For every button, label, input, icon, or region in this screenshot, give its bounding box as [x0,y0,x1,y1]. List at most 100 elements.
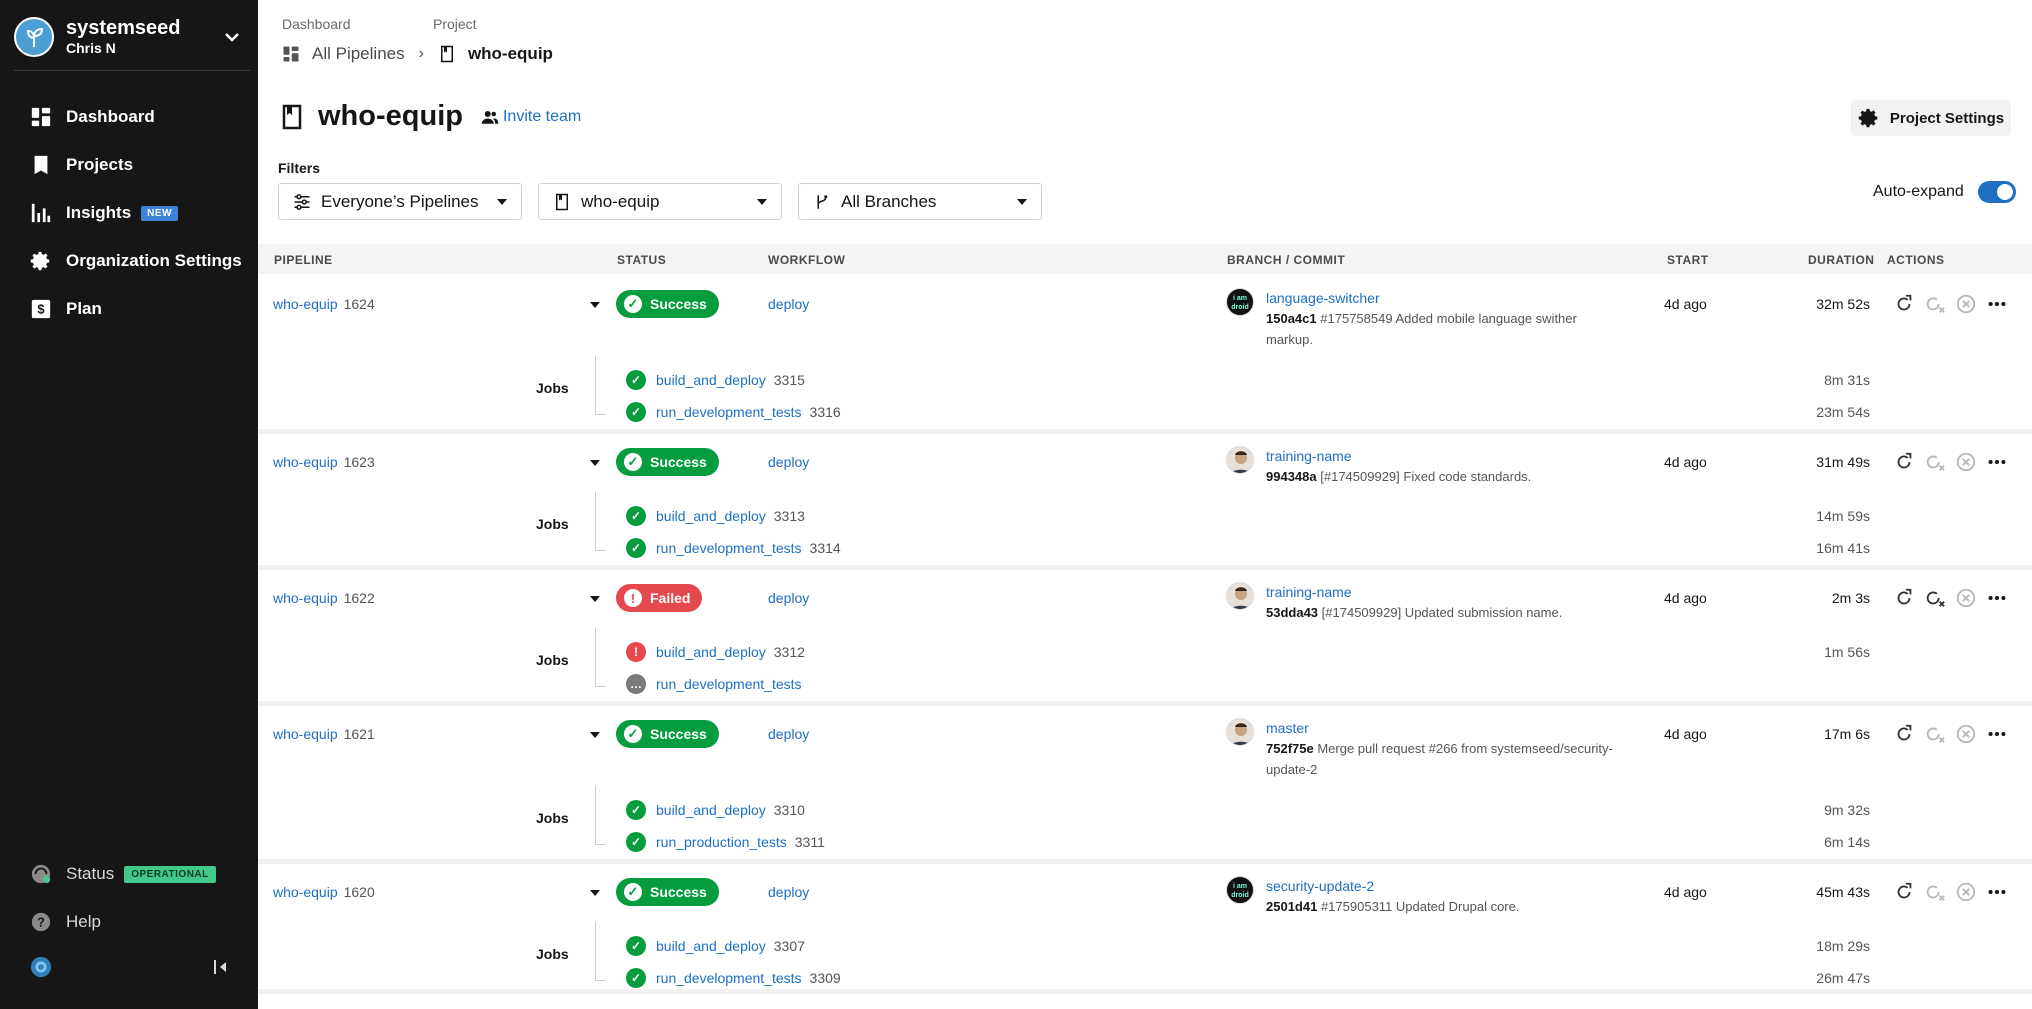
avatar [1226,718,1254,746]
job-duration: 9m 32s [1824,802,1870,818]
more-options-icon[interactable] [1986,293,2008,315]
expand-caret-icon[interactable] [590,732,600,738]
caret-down-icon [1017,198,1027,205]
rerun-failed-icon[interactable] [1924,293,1946,315]
expand-caret-icon[interactable] [590,596,600,602]
more-options-icon[interactable] [1986,723,2008,745]
breadcrumb-all-pipelines[interactable]: All Pipelines [312,44,405,64]
expand-caret-icon[interactable] [590,302,600,308]
branch-link[interactable]: language-switcher [1266,290,1380,306]
job-link[interactable]: build_and_deploy [656,938,766,954]
pipelines-filter-select[interactable]: Everyone’s Pipelines [278,183,522,220]
pipeline-project-link[interactable]: who-equip [273,454,338,470]
branch-link[interactable]: master [1266,720,1309,736]
job-link[interactable]: run_development_tests [656,970,802,986]
rerun-failed-icon[interactable] [1924,881,1946,903]
workflow-link[interactable]: deploy [768,454,809,470]
auto-expand-toggle[interactable] [1977,181,2016,203]
status-badge[interactable]: ✓ Success [616,290,719,318]
header-duration: DURATION [1808,253,1875,267]
project-filter-select[interactable]: who-equip [538,183,782,220]
svg-text:?: ? [37,915,45,930]
commit-sha[interactable]: 2501d41 [1266,899,1317,914]
user-avatar-icon[interactable] [30,956,52,978]
chevron-down-icon[interactable] [222,27,242,47]
pipeline-project-link[interactable]: who-equip [273,590,338,606]
cancel-icon[interactable] [1955,293,1977,315]
job-link[interactable]: build_and_deploy [656,802,766,818]
branch-link[interactable]: security-update-2 [1266,878,1374,894]
branch-link[interactable]: training-name [1266,448,1352,464]
pipeline-row: who-equip 1621 ✓ Success deploy master 752f75e… [258,706,2032,864]
job-link[interactable]: run_production_tests [656,834,787,850]
job-link[interactable]: run_development_tests [656,540,802,556]
cancel-icon[interactable] [1955,723,1977,745]
cancel-icon[interactable] [1955,451,1977,473]
cancel-icon[interactable] [1955,881,1977,903]
branch-link[interactable]: training-name [1266,584,1352,600]
job-number: 3312 [773,644,805,660]
cancel-icon[interactable] [1955,587,1977,609]
expand-caret-icon[interactable] [590,890,600,896]
commit-info: 994348a [#174509929] Fixed code standard… [1266,466,1626,487]
rerun-failed-icon[interactable] [1924,723,1946,745]
sidebar-item-dashboard[interactable]: Dashboard [0,93,258,141]
org-switcher[interactable]: systemseed Chris N [14,12,246,62]
rerun-failed-icon[interactable] [1924,451,1946,473]
status-badge[interactable]: ✓ Success [616,448,719,476]
more-options-icon[interactable] [1986,587,2008,609]
job-link[interactable]: build_and_deploy [656,644,766,660]
branch-filter-select[interactable]: All Branches [798,183,1042,220]
status-label: Status [66,864,115,883]
invite-team-link[interactable]: Invite team [481,108,581,126]
pipeline-project-link[interactable]: who-equip [273,296,338,312]
rerun-icon[interactable] [1893,881,1915,903]
project-settings-button[interactable]: Project Settings [1851,100,2011,136]
job-link[interactable]: build_and_deploy [656,508,766,524]
status-badge[interactable]: ! Failed [616,584,703,612]
job-success-icon: ✓ [626,538,646,558]
sidebar-item-status[interactable]: Status OPERATIONAL [0,850,258,898]
workflow-link[interactable]: deploy [768,726,809,742]
sidebar-item-insights[interactable]: Insights NEW [0,189,258,237]
pipeline-project-link[interactable]: who-equip [273,726,338,742]
job-duration: 23m 54s [1816,404,1870,420]
sidebar-item-plan[interactable]: $ Plan [0,285,258,333]
commit-sha[interactable]: 150a4c1 [1266,311,1317,326]
commit-sha[interactable]: 752f75e [1266,741,1314,756]
pipeline-name: who-equip 1621 [273,726,375,742]
sidebar-item-help[interactable]: ? Help [0,898,258,946]
job-duration: 8m 31s [1824,372,1870,388]
status-badge[interactable]: ✓ Success [616,720,719,748]
breadcrumb-current-project[interactable]: who-equip [468,44,553,64]
pipeline-number: 1620 [343,884,375,900]
collapse-sidebar-icon[interactable] [212,958,230,976]
job-link[interactable]: run_development_tests [656,404,802,420]
rerun-icon[interactable] [1893,587,1915,609]
expand-caret-icon[interactable] [590,460,600,466]
pipeline-project-link[interactable]: who-equip [273,884,338,900]
header-actions: ACTIONS [1887,253,1945,267]
workflow-link[interactable]: deploy [768,590,809,606]
more-options-icon[interactable] [1986,881,2008,903]
sidebar-item-organization-settings[interactable]: Organization Settings [0,237,258,285]
job-link[interactable]: run_development_tests [656,676,802,692]
rerun-icon[interactable] [1893,723,1915,745]
status-badge[interactable]: ✓ Success [616,878,719,906]
workflow-link[interactable]: deploy [768,884,809,900]
pipelines-filter-value: Everyone’s Pipelines [321,191,479,211]
rerun-icon[interactable] [1893,293,1915,315]
rerun-failed-icon[interactable] [1924,587,1946,609]
pipeline-actions [1893,293,2017,315]
workflow-link[interactable]: deploy [768,296,809,312]
rerun-icon[interactable] [1893,451,1915,473]
commit-sha[interactable]: 994348a [1266,469,1317,484]
gear-icon [1858,108,1878,128]
commit-sha[interactable]: 53dda43 [1266,605,1318,620]
jobs-tree-line [595,922,607,981]
pipeline-name: who-equip 1623 [273,454,375,470]
more-options-icon[interactable] [1986,451,2008,473]
sidebar-item-projects[interactable]: Projects [0,141,258,189]
job-link[interactable]: build_and_deploy [656,372,766,388]
sidebar-item-label: Projects [66,155,134,174]
